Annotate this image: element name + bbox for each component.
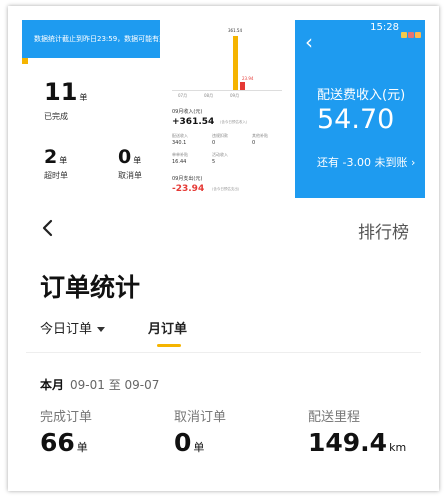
- cancelled-count: 0单: [118, 146, 141, 168]
- date-range-text: 09-01 至 09-07: [70, 378, 160, 392]
- screenshot-frame: 数据统计截止到昨日23:59，数据可能有延迟 11 单 已完成 2单 超时单 0单…: [8, 6, 439, 491]
- app-icon: [408, 32, 414, 38]
- back-chevron-icon[interactable]: ‹: [305, 32, 313, 52]
- completed-orders-label: 完成订单: [40, 410, 93, 425]
- screenshot-collage: 数据统计截止到昨日23:59，数据可能有延迟 11 单 已完成 2单 超时单 0单…: [8, 6, 439, 198]
- cell-label-1: 配送收入: [172, 133, 188, 138]
- delivery-distance-label: 配送里程: [308, 410, 361, 425]
- back-arrow-icon: [42, 219, 53, 237]
- order-statistics-page: 排行榜 订单统计 今日订单 月订单 本月 09-01 至 09-07 完成订单 6…: [8, 198, 439, 491]
- expense-title: 09月支出(元): [172, 176, 203, 182]
- delivery-distance-value: 149.4: [308, 428, 388, 457]
- delivery-distance-stat: 149.4 km: [308, 428, 406, 457]
- completed-count: 11 单: [44, 78, 87, 106]
- chart-tick-1: 07月: [178, 93, 188, 98]
- data-notice-banner: 数据统计截止到昨日23:59，数据可能有延迟: [22, 20, 160, 58]
- overtime-count: 2单: [44, 146, 67, 168]
- chart-tick-3: 09月: [230, 93, 240, 98]
- pending-amount-link[interactable]: 还有 -3.00 未到账 ›: [317, 154, 415, 170]
- cell-value-3: 0: [252, 140, 256, 146]
- status-bar-icons: [401, 23, 423, 38]
- overtime-count-unit: 单: [59, 156, 68, 165]
- banner-marker: [22, 58, 28, 64]
- cancelled-count-value: 0: [118, 146, 132, 168]
- chart-tick-2: 08月: [204, 93, 214, 98]
- income-detail-panel: 361.54 23.94 07月 08月 09月 09月收入(元) +361.5…: [164, 20, 296, 198]
- income-note: (含今日预估收入): [220, 120, 248, 124]
- completed-label: 已完成: [44, 112, 68, 121]
- chart-baseline: [172, 90, 282, 91]
- cell-value-1: 340.1: [172, 140, 187, 146]
- cell-label-4: 单单补贴: [172, 152, 188, 157]
- cell-label-5: 活动收入: [212, 152, 228, 157]
- cell-label-2: 违规扣款: [212, 133, 228, 138]
- completed-count-value: 11: [44, 78, 78, 106]
- completed-orders-stat: 66 单: [40, 428, 88, 457]
- cancelled-orders-value: 0: [174, 428, 192, 457]
- overtime-label: 超时单: [44, 171, 68, 180]
- income-value: +361.54: [172, 117, 215, 127]
- active-tab-indicator: [157, 344, 181, 347]
- cancelled-orders-stat: 0单: [174, 428, 204, 457]
- cancelled-orders-label: 取消订单: [174, 410, 227, 425]
- date-range: 本月 09-01 至 09-07: [40, 376, 159, 393]
- cell-value-2: 0: [212, 140, 216, 146]
- tab-today-orders[interactable]: 今日订单: [40, 318, 106, 337]
- caret-down-icon: [97, 327, 106, 332]
- income-title: 09月收入(元): [172, 109, 203, 115]
- chart-bar-expense-label: 23.94: [242, 76, 254, 81]
- status-bar-time: 15:28: [370, 22, 399, 33]
- completed-count-unit: 单: [79, 93, 88, 102]
- notification-icon: [401, 32, 407, 38]
- back-button[interactable]: [38, 218, 58, 238]
- leaderboard-button[interactable]: 排行榜: [358, 218, 409, 243]
- period-label: 本月: [40, 378, 65, 392]
- delivery-income-panel: 15:28 ‹ 配送费收入(元) 54.70 还有 -3.00 未到账 ›: [295, 20, 425, 198]
- tab-month-orders[interactable]: 月订单: [148, 318, 187, 337]
- chart-bar-income-label: 361.54: [228, 28, 242, 33]
- daily-stats-panel: 数据统计截止到昨日23:59，数据可能有延迟 11 单 已完成 2单 超时单 0单…: [22, 20, 160, 198]
- page-title: 订单统计: [40, 273, 141, 302]
- delivery-income-title: 配送费收入(元): [317, 88, 406, 103]
- cell-label-3: 其他补贴: [252, 133, 268, 138]
- cell-value-4: 16.44: [172, 159, 187, 165]
- expense-value: -23.94: [172, 184, 205, 194]
- tab-today-label: 今日订单: [40, 322, 93, 337]
- cell-value-5: 5: [212, 159, 216, 165]
- completed-orders-unit: 单: [76, 441, 88, 454]
- chart-bar-expense: [240, 82, 245, 90]
- cancelled-label: 取消单: [118, 171, 142, 180]
- delivery-income-amount: 54.70: [317, 104, 395, 135]
- alert-icon: [415, 32, 421, 38]
- section-divider: [26, 352, 421, 353]
- completed-orders-value: 66: [40, 428, 75, 457]
- chart-bar-income: [233, 36, 238, 90]
- delivery-distance-unit: km: [389, 441, 407, 454]
- cancelled-count-unit: 单: [133, 156, 142, 165]
- cancelled-orders-unit: 单: [193, 441, 205, 454]
- expense-note: (含今日预估支出): [212, 187, 240, 191]
- overtime-count-value: 2: [44, 146, 58, 168]
